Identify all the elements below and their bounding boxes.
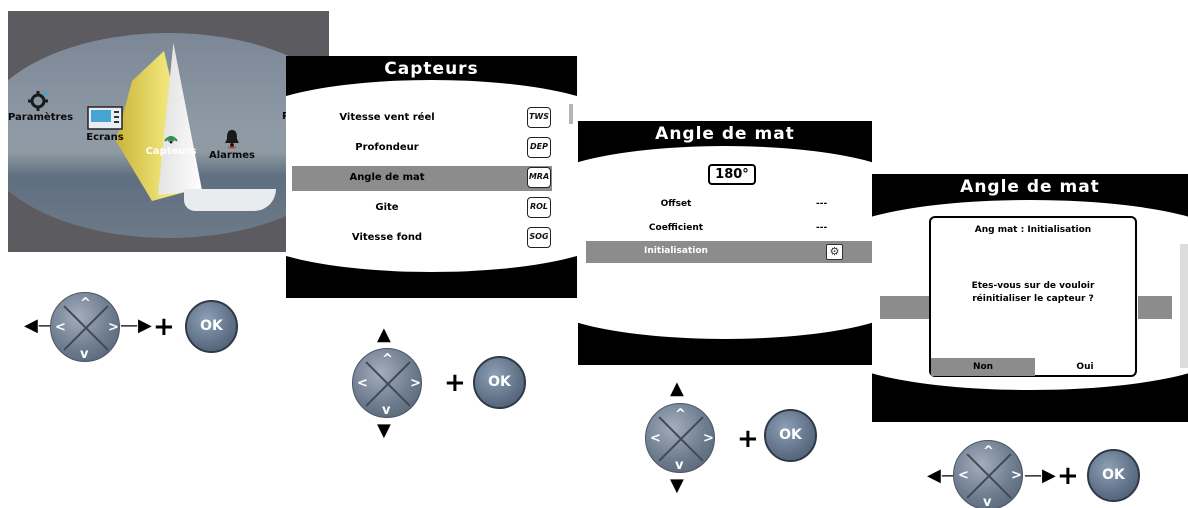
list-item-selected[interactable]: Angle de mat MRA — [292, 166, 552, 191]
arrow-up-icon: ▲ — [670, 378, 684, 399]
chevron-up-icon[interactable]: ^ — [80, 297, 91, 310]
dpad[interactable]: ^ v < > — [50, 292, 120, 362]
list-item-label: Vitesse vent réel — [339, 112, 435, 123]
chevron-down-icon[interactable]: v — [80, 348, 88, 361]
plus-sign: + — [737, 424, 759, 454]
menu-item-capteurs[interactable]: Capteurs — [141, 129, 201, 157]
chevron-right-icon[interactable]: > — [703, 432, 714, 445]
arrow-up-icon: ▲ — [377, 324, 391, 345]
menu-label: Capteurs — [145, 146, 197, 157]
no-button[interactable]: Non — [931, 358, 1035, 376]
chevron-down-icon[interactable]: v — [675, 459, 683, 472]
dialog-message-line: réinitialiser le capteur ? — [972, 294, 1094, 304]
plus-sign: + — [153, 312, 175, 342]
plus-sign: + — [1057, 461, 1079, 491]
list-item-initialisation[interactable]: Initialisation ⚙ — [586, 241, 872, 263]
list-item[interactable]: Profondeur DEP — [292, 136, 552, 161]
arrow-down-icon: ▼ — [670, 475, 684, 496]
chevron-left-icon[interactable]: < — [958, 469, 969, 482]
list-item-label: Vitesse fond — [351, 232, 423, 243]
menu-label: Ecrans — [86, 132, 124, 143]
screen-icon — [87, 106, 123, 130]
screen-title: Angle de mat — [655, 124, 795, 144]
list-item[interactable]: Vitesse fond SOG — [292, 226, 552, 251]
ok-button[interactable]: OK — [764, 409, 817, 462]
bell-icon — [225, 130, 239, 149]
menu-item-parametres[interactable]: Paramètres — [8, 91, 73, 123]
dialog-message-line: Etes-vous sur de vouloir — [971, 281, 1095, 291]
menu-item-alarmes[interactable]: Alarmes — [206, 129, 258, 161]
chevron-left-icon[interactable]: < — [55, 321, 66, 334]
list-item-value: --- — [816, 223, 828, 233]
chevron-right-icon[interactable]: > — [1011, 469, 1022, 482]
list-item-label: Angle de mat — [349, 172, 425, 183]
list-item-coefficient[interactable]: Coefficient --- — [586, 218, 872, 240]
list-item-offset[interactable]: Offset --- — [586, 194, 872, 216]
capteurs-screen: Capteurs Vitesse vent réel TWS Profondeu… — [286, 56, 577, 298]
list-item-label: Coefficient — [648, 223, 704, 233]
menu-item-ecrans[interactable]: Ecrans — [80, 106, 130, 143]
menu-label: Alarmes — [208, 150, 255, 161]
list-item-label: Profondeur — [355, 142, 419, 153]
dpad[interactable]: ^ v < > — [352, 348, 422, 418]
scrollbar-thumb[interactable] — [569, 104, 573, 124]
dpad[interactable]: ^ v < > — [645, 403, 715, 473]
home-screen: Paramètres Ecrans Capteurs Alarmes P — [8, 11, 329, 252]
boat-hull — [184, 189, 276, 211]
sensor-icon — [164, 136, 178, 144]
selection-bar-right — [1138, 296, 1172, 319]
chevron-down-icon[interactable]: v — [382, 404, 390, 417]
chevron-down-icon[interactable]: v — [983, 496, 991, 508]
list-item[interactable]: Vitesse vent réel TWS — [292, 106, 552, 131]
initialisation-dialog-screen: Angle de mat Ang mat : Initialisation Et… — [872, 174, 1188, 422]
angle-value: 180° — [708, 164, 756, 185]
chevron-left-icon[interactable]: < — [357, 377, 368, 390]
arrow-right-icon: —▶ — [120, 315, 152, 336]
gear-icon: ⚙ — [826, 244, 843, 260]
list-item-label: Initialisation — [644, 246, 708, 256]
list-item-value: --- — [816, 199, 828, 209]
chevron-up-icon[interactable]: ^ — [983, 445, 994, 458]
dialog-title: Ang mat : Initialisation — [974, 225, 1092, 235]
dep-icon: DEP — [527, 137, 551, 158]
selection-bar-left — [880, 296, 930, 319]
plus-sign: + — [444, 368, 466, 398]
confirm-dialog: Ang mat : Initialisation Etes-vous sur d… — [929, 216, 1137, 377]
list-item[interactable]: Gite ROL — [292, 196, 552, 221]
chevron-up-icon[interactable]: ^ — [382, 353, 393, 366]
angle-de-mat-screen: Angle de mat 180° Offset --- Coefficient… — [578, 121, 872, 365]
chevron-right-icon[interactable]: > — [108, 321, 119, 334]
arrow-right-icon: —▶ — [1024, 465, 1056, 486]
chevron-up-icon[interactable]: ^ — [675, 408, 686, 421]
screen-title: Angle de mat — [960, 177, 1100, 197]
arrow-down-icon: ▼ — [377, 420, 391, 441]
gear-icon — [28, 91, 48, 111]
tws-icon: TWS — [527, 107, 551, 128]
sog-icon: SOG — [527, 227, 551, 248]
rol-icon: ROL — [527, 197, 551, 218]
ok-button[interactable]: OK — [185, 300, 238, 353]
yes-button[interactable]: Oui — [1035, 358, 1135, 376]
dialog-message: Etes-vous sur de vouloir réinitialiser l… — [941, 280, 1125, 306]
chevron-left-icon[interactable]: < — [650, 432, 661, 445]
dpad[interactable]: ^ v < > — [953, 440, 1023, 508]
list-item-label: Offset — [660, 199, 692, 209]
chevron-right-icon[interactable]: > — [410, 377, 421, 390]
screen-title: Capteurs — [384, 59, 479, 79]
ok-button[interactable]: OK — [473, 356, 526, 409]
menu-label: Paramètres — [8, 112, 74, 123]
list-item-label: Gite — [375, 202, 399, 213]
ok-button[interactable]: OK — [1087, 449, 1140, 502]
mra-icon: MRA — [527, 167, 551, 188]
scrollbar-track[interactable] — [1180, 244, 1188, 368]
